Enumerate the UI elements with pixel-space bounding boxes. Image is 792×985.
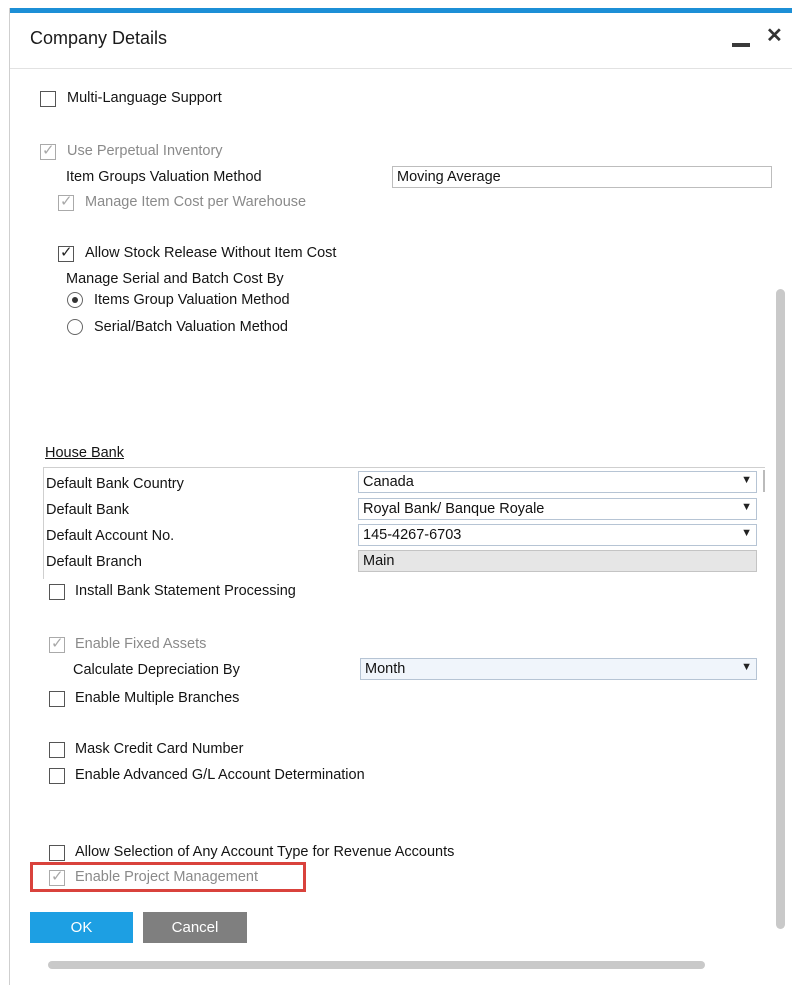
item-groups-valuation-field[interactable]: Moving Average	[392, 166, 772, 188]
default-bank-label: Default Bank	[46, 502, 130, 518]
multi-language-checkbox[interactable]	[40, 91, 56, 107]
company-details-window: Company Details ✕ Multi-Language Support…	[9, 8, 792, 985]
calc-depreciation-select[interactable]: Month ▼	[360, 658, 757, 680]
default-bank-country-label: Default Bank Country	[46, 476, 184, 492]
calc-depreciation-value: Month	[365, 661, 406, 677]
chevron-down-icon[interactable]: ▼	[741, 474, 752, 486]
cancel-button[interactable]: Cancel	[143, 912, 247, 943]
serial-batch-valuation-label: Serial/Batch Valuation Method	[94, 319, 288, 335]
default-branch-field: Main	[358, 550, 757, 572]
item-groups-valuation-label: Item Groups Valuation Method	[66, 169, 262, 185]
calc-depreciation-label: Calculate Depreciation By	[73, 662, 240, 678]
default-bank-select[interactable]: Royal Bank/ Banque Royale ▼	[358, 498, 757, 520]
allow-any-account-type-checkbox[interactable]	[49, 845, 65, 861]
items-group-valuation-radio[interactable]	[67, 292, 83, 308]
chevron-down-icon[interactable]: ▼	[741, 527, 752, 539]
serial-batch-heading: Manage Serial and Batch Cost By	[66, 271, 284, 287]
default-branch-label: Default Branch	[46, 554, 142, 570]
default-bank-country-select[interactable]: Canada ▼	[358, 471, 757, 493]
radio-selected-dot	[72, 297, 78, 303]
title-bar: Company Details ✕	[10, 13, 792, 61]
manage-cost-per-warehouse-label: Manage Item Cost per Warehouse	[85, 194, 307, 210]
perpetual-inventory-checkbox[interactable]: ✓	[40, 142, 56, 160]
advanced-gl-checkbox[interactable]	[49, 768, 65, 784]
perpetual-inventory-label: Use Perpetual Inventory	[67, 143, 223, 159]
mask-credit-card-checkbox[interactable]	[49, 742, 65, 758]
check-icon: ✓	[60, 193, 73, 210]
allow-any-account-type-label: Allow Selection of Any Account Type for …	[75, 844, 455, 860]
chevron-down-icon[interactable]: ▼	[741, 501, 752, 513]
allow-stock-release-checkbox[interactable]: ✓	[58, 244, 74, 262]
close-icon[interactable]: ✕	[766, 25, 783, 47]
enable-multiple-branches-checkbox[interactable]	[49, 691, 65, 707]
advanced-gl-label: Enable Advanced G/L Account Determinatio…	[75, 767, 365, 783]
minimize-icon[interactable]	[732, 43, 750, 47]
serial-batch-valuation-radio[interactable]	[67, 319, 83, 335]
allow-stock-release-label: Allow Stock Release Without Item Cost	[85, 245, 337, 261]
chevron-down-icon[interactable]: ▼	[741, 661, 752, 673]
default-bank-value: Royal Bank/ Banque Royale	[363, 501, 545, 517]
items-group-valuation-label: Items Group Valuation Method	[94, 292, 290, 308]
highlight-box	[30, 862, 306, 892]
install-bank-statement-label: Install Bank Statement Processing	[75, 583, 296, 599]
manage-cost-per-warehouse-checkbox[interactable]: ✓	[58, 193, 74, 211]
house-bank-title: House Bank	[45, 445, 124, 461]
title-separator	[10, 68, 792, 69]
check-icon: ✓	[60, 244, 73, 261]
window-title: Company Details	[30, 28, 168, 48]
enable-multiple-branches-label: Enable Multiple Branches	[75, 690, 240, 706]
default-account-no-select[interactable]: 145-4267-6703 ▼	[358, 524, 757, 546]
enable-fixed-assets-label: Enable Fixed Assets	[75, 636, 207, 652]
multi-language-label: Multi-Language Support	[67, 90, 222, 106]
default-account-no-value: 145-4267-6703	[363, 527, 462, 543]
vertical-scrollbar[interactable]	[776, 289, 785, 929]
check-icon: ✓	[42, 142, 55, 159]
check-icon: ✓	[51, 635, 64, 652]
enable-fixed-assets-checkbox[interactable]: ✓	[49, 635, 65, 653]
ok-button[interactable]: OK	[30, 912, 133, 943]
default-account-no-label: Default Account No.	[46, 528, 175, 544]
default-bank-country-value: Canada	[363, 474, 414, 490]
install-bank-statement-checkbox[interactable]	[49, 584, 65, 600]
horizontal-scrollbar[interactable]	[48, 961, 705, 969]
house-bank-frame-edge	[763, 470, 765, 492]
mask-credit-card-label: Mask Credit Card Number	[75, 741, 244, 757]
